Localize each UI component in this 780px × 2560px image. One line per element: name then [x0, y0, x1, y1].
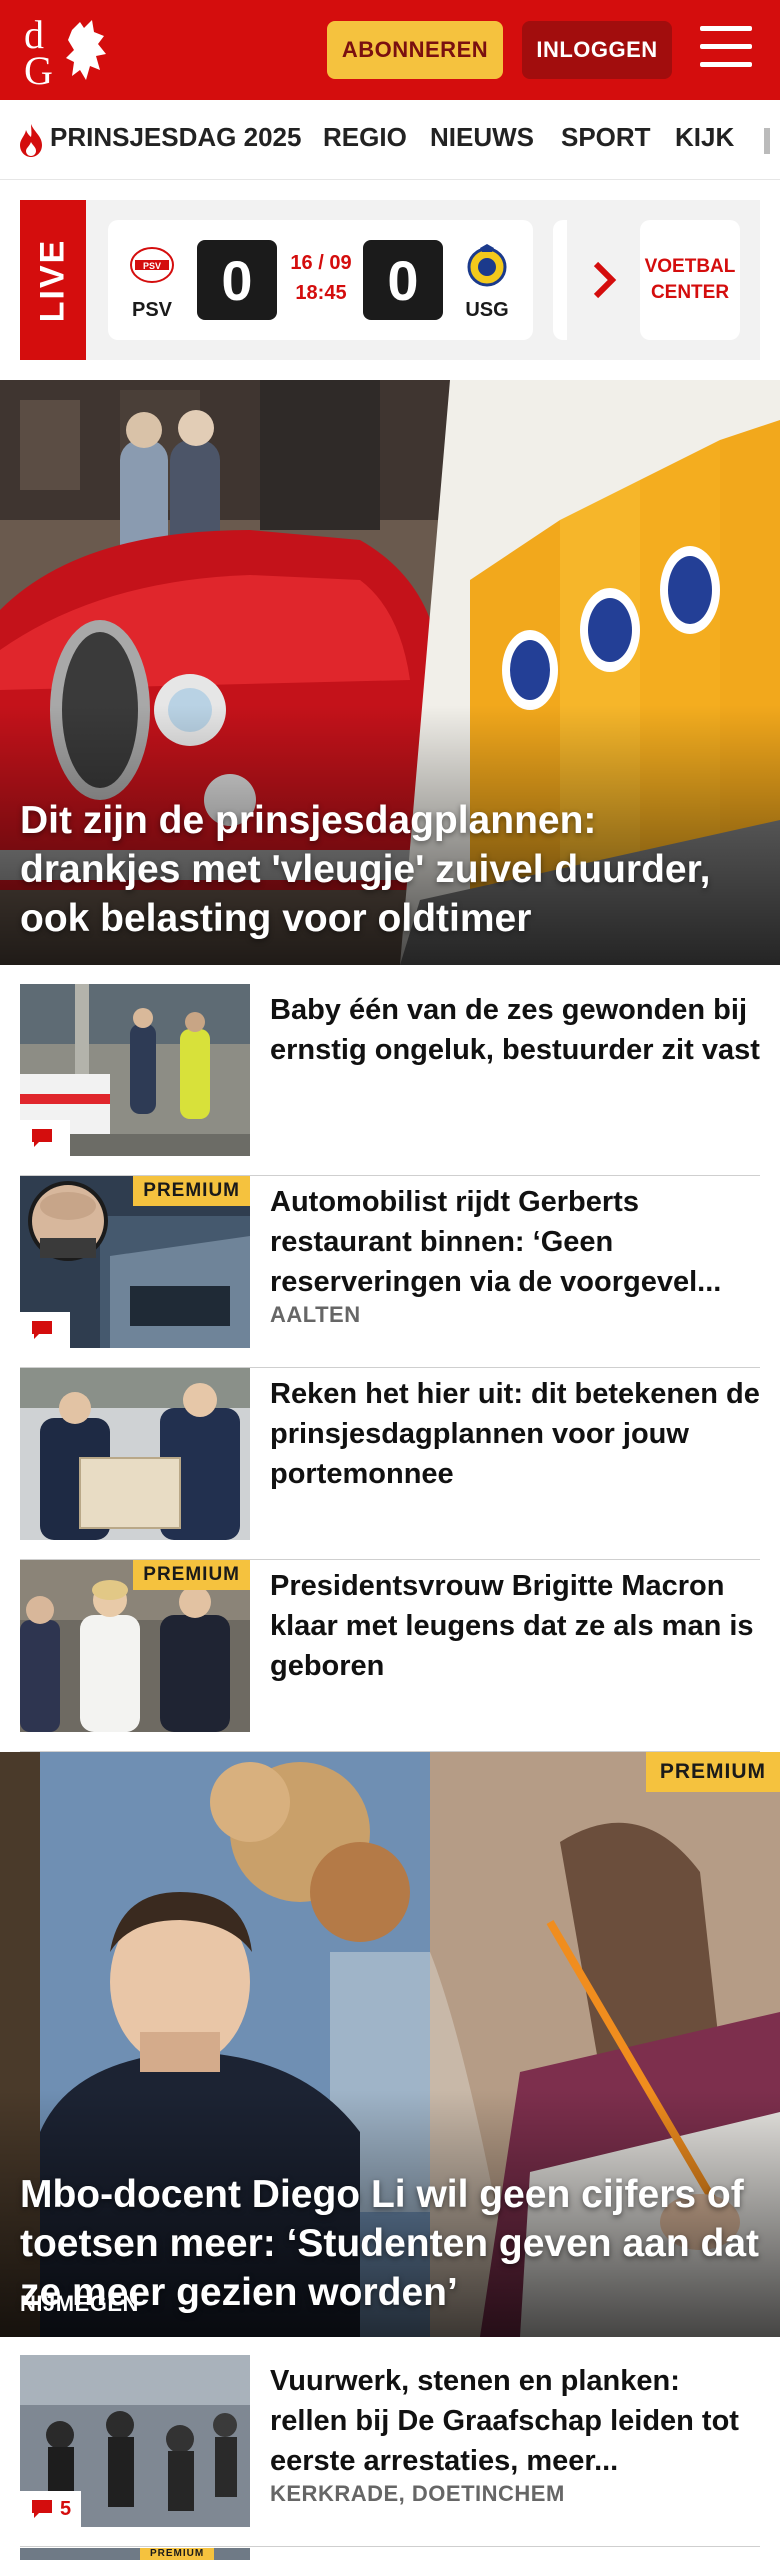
nav-item-kijk[interactable]: KIJK [675, 122, 734, 153]
comment-icon [32, 1129, 52, 1147]
list-item[interactable]: Reken het hier uit: dit betekenen de pri… [20, 1368, 760, 1560]
login-button[interactable]: INLOGGEN [522, 21, 672, 79]
away-team: USG [457, 242, 517, 322]
away-score: 0 [363, 240, 443, 320]
premium-badge: PREMIUM [645, 1752, 780, 1792]
comment-icon [32, 2500, 52, 2518]
section-nav: PRINSJESDAG 2025 REGIO NIEUWS SPORT KIJK [0, 100, 780, 180]
article-title[interactable]: Vuurwerk, stenen en planken: rellen bij … [270, 2361, 760, 2481]
article-title[interactable]: Automobilist rijdt Gerberts restaurant b… [270, 1182, 760, 1302]
hero-article[interactable]: Dit zijn de prinsjesdagplannen: drankjes… [0, 380, 780, 965]
article-title[interactable]: Reken het hier uit: dit betekenen de pri… [270, 1374, 760, 1494]
list-item[interactable]: PREMIUM Presidentsvrouw Brigitte Macron … [20, 1560, 760, 1752]
next-match-card-stub[interactable] [553, 220, 567, 340]
comment-badge[interactable] [20, 1120, 70, 1156]
premium-badge: PREMIUM [133, 1560, 250, 1590]
article-thumbnail [20, 1368, 250, 1540]
usg-crest-icon [467, 244, 507, 287]
comment-icon [32, 1321, 52, 1339]
nav-item-regio[interactable]: REGIO [323, 122, 407, 153]
top-header: d G ABONNEREN INLOGGEN [0, 0, 780, 100]
match-card[interactable]: PSV PSV 0 16 / 09 18:45 0 USG [108, 220, 533, 340]
match-datetime: 16 / 09 18:45 [281, 248, 361, 308]
live-tag: LIVE [20, 200, 86, 360]
chevron-right-icon[interactable] [590, 258, 620, 302]
article-thumbnail: PREMIUM [20, 1176, 250, 1348]
psv-crest-icon: PSV [130, 247, 174, 283]
home-score: 0 [197, 240, 277, 320]
list-item[interactable]: 5 Vuurwerk, stenen en planken: rellen bi… [20, 2355, 760, 2547]
match-time: 18:45 [295, 282, 347, 304]
flame-icon [20, 124, 42, 157]
list-item[interactable]: PREMIUM Automobilist rijdt Gerberts rest… [20, 1176, 760, 1368]
article-location: KERKRADE, DOETINCHEM [270, 2481, 565, 2506]
list-item[interactable]: Baby één van de zes gewonden bij ernstig… [20, 984, 760, 1176]
home-team: PSV PSV [122, 242, 182, 322]
nav-overflow-hint [764, 128, 770, 154]
comment-badge[interactable]: 5 [20, 2491, 82, 2527]
feature-location: NIJMEGEN [20, 2291, 139, 2316]
football-center-link[interactable]: VOETBAL CENTER [640, 220, 740, 340]
nav-item-sport[interactable]: SPORT [561, 122, 651, 153]
article-thumbnail [20, 984, 250, 1156]
premium-badge: PREMIUM [133, 1176, 250, 1206]
away-team-name: USG [465, 299, 509, 321]
premium-badge: PREMIUM [140, 2548, 215, 2560]
svg-text:PSV: PSV [143, 261, 161, 271]
article-title[interactable]: Baby één van de zes gewonden bij ernstig… [270, 990, 760, 1070]
nav-item-prinsjesdag[interactable]: PRINSJESDAG 2025 [50, 122, 301, 153]
svg-text:G: G [24, 48, 53, 90]
subscribe-button[interactable]: ABONNEREN [327, 21, 503, 79]
home-team-name: PSV [131, 299, 173, 321]
article-thumbnail: PREMIUM [20, 1560, 250, 1732]
hamburger-menu-icon[interactable] [700, 26, 752, 72]
nav-item-nieuws[interactable]: NIEUWS [430, 122, 534, 153]
dg-logo[interactable]: d G [22, 10, 118, 90]
hero-headline[interactable]: Dit zijn de prinsjesdagplannen: drankjes… [20, 796, 760, 943]
comment-count: 5 [60, 2497, 72, 2520]
article-title[interactable]: Presidentsvrouw Brigitte Macron klaar me… [270, 1566, 760, 1686]
article-location: AALTEN [270, 1302, 361, 1327]
next-article-thumbnail[interactable]: PREMIUM [20, 2548, 250, 2560]
article-thumbnail: 5 [20, 2355, 250, 2527]
comment-badge[interactable] [20, 1312, 70, 1348]
live-scores-bar: LIVE PSV PSV 0 16 / 09 18:45 0 USG VOETB… [20, 200, 760, 360]
match-date: 16 / 09 [290, 252, 352, 274]
